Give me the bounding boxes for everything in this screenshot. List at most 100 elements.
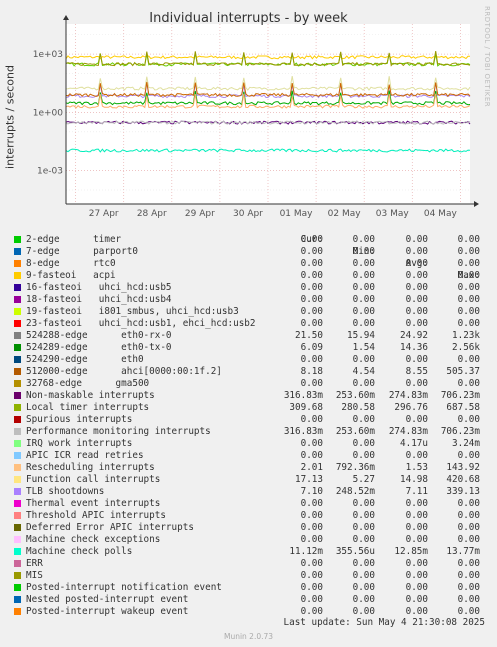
legend-cur: 0.00 (300, 582, 323, 593)
legend-label: 512000-edge ahci[0000:00:1f.2] (26, 366, 222, 377)
legend-avg: 0.00 (405, 234, 428, 245)
y-tick-label: 1e+03 (33, 50, 63, 60)
legend-label: IRQ work interrupts (26, 438, 133, 449)
legend-cur: 0.00 (300, 570, 323, 581)
x-tick-label: 28 Apr (137, 209, 167, 219)
legend-cur: 2.01 (300, 462, 323, 473)
legend-item: IRQ work interrupts 0.00 0.00 4.17u 3.24m (10, 438, 490, 450)
legend-item: 9-fasteoi acpi 0.00 0.00 0.00 0.00 (10, 270, 490, 282)
legend-swatch (14, 404, 21, 411)
legend-max: 0.00 (457, 570, 480, 581)
legend-swatch (14, 464, 21, 471)
legend-max: 420.68 (446, 474, 480, 485)
legend-label: Machine check polls (26, 546, 133, 557)
legend-min: 0.00 (352, 234, 375, 245)
legend-cur: 0.00 (300, 498, 323, 509)
legend-avg: 0.00 (405, 582, 428, 593)
legend-item: Deferred Error APIC interrupts 0.00 0.00 0.… (10, 522, 490, 534)
legend-min: 0.00 (352, 438, 375, 449)
legend-avg: 0.00 (405, 282, 428, 293)
legend-swatch (14, 476, 21, 483)
legend-swatch (14, 572, 21, 579)
munin-version: Munin 2.0.73 (223, 632, 274, 641)
legend-item: Non-maskable interrupts 316.83m 253.60m 274… (10, 390, 490, 402)
legend-swatch (14, 452, 21, 459)
legend-max: 0.00 (457, 522, 480, 533)
legend-max: 0.00 (457, 282, 480, 293)
legend-item: Function call interrupts 17.13 5.27 14.98 42… (10, 474, 490, 486)
legend-min: 0.00 (352, 558, 375, 569)
legend-swatch (14, 488, 21, 495)
chart-title: Individual interrupts - by week (149, 11, 348, 26)
legend-label: 2-edge timer (26, 234, 122, 245)
legend-min: 0.00 (352, 270, 375, 281)
legend-cur: 8.18 (300, 366, 323, 377)
legend-avg: 1.53 (405, 462, 428, 473)
legend-label: Posted-interrupt notification event (26, 582, 222, 593)
last-update: Last update: Sun May 4 21:30:08 2025 (283, 617, 486, 628)
legend-max: 3.24m (452, 438, 480, 449)
legend-avg: 0.00 (405, 414, 428, 425)
x-tick-label: 04 May (424, 209, 458, 219)
legend-cur: 0.00 (300, 306, 323, 317)
legend-cur: 0.00 (300, 450, 323, 461)
legend-avg: 12.85m (394, 546, 428, 557)
legend-min: 253.60m (335, 426, 375, 437)
legend-min: 0.00 (352, 258, 375, 269)
legend-swatch (14, 596, 21, 603)
legend-label: Nested posted-interrupt event (26, 594, 189, 605)
legend-swatch (14, 368, 21, 375)
legend-cur: 0.00 (300, 282, 323, 293)
legend-min: 253.60m (335, 390, 375, 401)
legend-cur: 0.00 (300, 318, 323, 329)
legend-item: MIS 0.00 0.00 0.00 0.00 (10, 570, 490, 582)
legend-swatch (14, 380, 21, 387)
legend-label: TLB shootdowns (26, 486, 105, 497)
legend-avg: 0.00 (405, 594, 428, 605)
legend-label: Non-maskable interrupts (26, 390, 155, 401)
legend-header: Cur: Min: Avg: Max: (10, 222, 490, 281)
legend-rows: 2-edge timer 0.00 0.00 0.00 0.00 7-edge parpo… (10, 234, 490, 618)
legend-item: Nested posted-interrupt event 0.00 0.00 0.0… (10, 594, 490, 606)
legend-min: 355.56u (335, 546, 375, 557)
legend-max: 339.13 (446, 486, 480, 497)
legend-avg: 14.98 (400, 474, 428, 485)
legend-cur: 0.00 (300, 378, 323, 389)
legend-max: 0.00 (457, 558, 480, 569)
legend-avg: 14.36 (400, 342, 428, 353)
legend-min: 0.00 (352, 510, 375, 521)
legend-min: 0.00 (352, 570, 375, 581)
legend-avg: 0.00 (405, 354, 428, 365)
legend-cur: 0.00 (300, 354, 323, 365)
legend-max: 0.00 (457, 234, 480, 245)
legend-swatch (14, 608, 21, 615)
legend-max: 13.77m (446, 546, 480, 557)
legend-swatch (14, 416, 21, 423)
legend-swatch (14, 236, 21, 243)
legend-avg: 8.55 (405, 366, 428, 377)
legend-label: 32768-edge gma500 (26, 378, 150, 389)
legend-label: 9-fasteoi acpi (26, 270, 116, 281)
legend-min: 0.00 (352, 318, 375, 329)
legend-label: 18-fasteoi uhci_hcd:usb4 (26, 294, 172, 305)
legend-cur: 0.00 (300, 258, 323, 269)
legend-item: Performance monitoring interrupts 316.83m… (10, 426, 490, 438)
legend-max: 2.56k (452, 342, 480, 353)
legend-max: 0.00 (457, 294, 480, 305)
legend-label: Thermal event interrupts (26, 498, 161, 509)
legend-avg: 296.76 (394, 402, 428, 413)
legend-max: 143.92 (446, 462, 480, 473)
legend-label: 524288-edge eth0-rx-0 (26, 330, 172, 341)
legend-cur: 0.00 (300, 594, 323, 605)
y-axis-label-box: interrupts / second (3, 62, 17, 172)
legend-cur: 6.09 (300, 342, 323, 353)
legend: Cur: Min: Avg: Max: 2-edge timer 0.00 0.00… (10, 222, 490, 618)
legend-label: 23-fasteoi uhci_hcd:usb1, ehci_hcd:usb2 (26, 318, 256, 329)
legend-cur: 0.00 (300, 534, 323, 545)
legend-label: Threshold APIC interrupts (26, 510, 166, 521)
legend-swatch (14, 356, 21, 363)
legend-min: 248.52m (335, 486, 375, 497)
legend-min: 0.00 (352, 450, 375, 461)
rrdtool-watermark: RRDTOOL / TOBI OETIKER (483, 6, 491, 108)
legend-avg: 0.00 (405, 246, 428, 257)
